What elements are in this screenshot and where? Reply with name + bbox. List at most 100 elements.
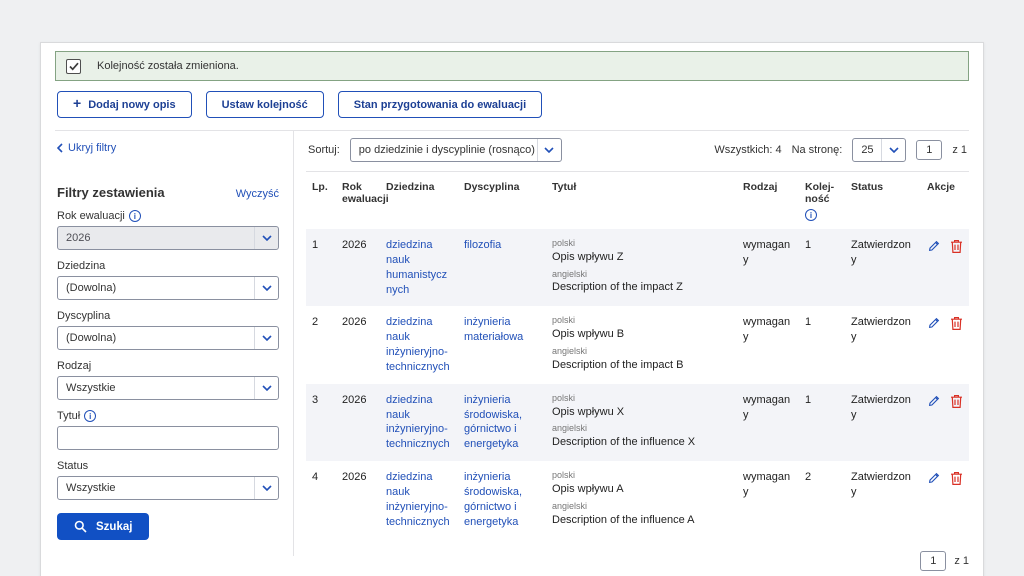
- discipline-label: Dyscyplina: [57, 310, 279, 322]
- cell-akcje: [921, 229, 969, 306]
- type-select[interactable]: Wszystkie: [57, 376, 279, 400]
- pagination-controls: Wszystkich: 4 Na stronę: 25 1 z 1: [714, 138, 967, 162]
- search-button[interactable]: Szukaj: [57, 513, 149, 540]
- cell-rok: 2026: [336, 461, 380, 538]
- field-select[interactable]: (Dowolna): [57, 276, 279, 300]
- table-row: 4 2026 dziedzina nauk inżynieryjno-techn…: [306, 461, 969, 538]
- cell-status: Zatwierdzony: [845, 461, 921, 538]
- cell-tytul: polski Opis wpływu X angielski Descripti…: [546, 384, 737, 461]
- cell-kolejnosc: 1: [799, 229, 845, 306]
- status-select[interactable]: Wszystkie: [57, 476, 279, 500]
- info-icon: [805, 209, 817, 221]
- title-input[interactable]: [57, 426, 279, 450]
- title-pl: Opis wpływu X: [552, 405, 731, 420]
- edit-icon[interactable]: [927, 316, 941, 330]
- col-akcje: Akcje: [921, 172, 969, 229]
- delete-icon[interactable]: [950, 316, 963, 331]
- cell-akcje: [921, 306, 969, 383]
- col-status: Status: [845, 172, 921, 229]
- evaluation-year-select: 2026: [57, 226, 279, 250]
- cell-tytul: polski Opis wpływu B angielski Descripti…: [546, 306, 737, 383]
- evaluation-year-label: Rok ewaluacji: [57, 210, 279, 222]
- info-icon: [84, 410, 96, 422]
- filters-header: Filtry zestawienia Wyczyść: [57, 185, 279, 200]
- title-en: Description of the influence A: [552, 513, 731, 528]
- search-icon: [74, 520, 87, 533]
- cell-dziedzina[interactable]: dziedzina nauk humanistycznych: [380, 229, 458, 306]
- cell-lp: 1: [306, 229, 336, 306]
- sort-select[interactable]: po dziedzinie i dyscyplinie (rosnąco): [350, 138, 562, 162]
- cell-lp: 2: [306, 306, 336, 383]
- col-lp: Lp.: [306, 172, 336, 229]
- discipline-select[interactable]: (Dowolna): [57, 326, 279, 350]
- cell-kolejnosc: 2: [799, 461, 845, 538]
- plus-icon: [73, 98, 81, 111]
- cell-dziedzina[interactable]: dziedzina nauk inżynieryjno-technicznych: [380, 461, 458, 538]
- col-kolejnosc: Kolej-ność: [799, 172, 845, 229]
- cell-kolejnosc: 1: [799, 306, 845, 383]
- cell-tytul: polski Opis wpływu A angielski Descripti…: [546, 461, 737, 538]
- table-row: 1 2026 dziedzina nauk humanistycznych fi…: [306, 229, 969, 306]
- cell-rodzaj: wymagany: [737, 306, 799, 383]
- add-new-description-button[interactable]: Dodaj nowy opis: [57, 91, 192, 118]
- cell-tytul: polski Opis wpływu Z angielski Descripti…: [546, 229, 737, 306]
- clear-filters-link[interactable]: Wyczyść: [236, 188, 279, 200]
- col-tytul: Tytuł: [546, 172, 737, 229]
- edit-icon[interactable]: [927, 471, 941, 485]
- edit-icon[interactable]: [927, 394, 941, 408]
- lang-label-en: angielski: [552, 269, 731, 280]
- cell-lp: 4: [306, 461, 336, 538]
- check-icon: [66, 59, 81, 74]
- cell-dyscyplina[interactable]: filozofia: [458, 229, 546, 306]
- lang-label-en: angielski: [552, 346, 731, 357]
- set-order-button[interactable]: Ustaw kolejność: [206, 91, 324, 118]
- cell-status: Zatwierdzony: [845, 384, 921, 461]
- lang-label-en: angielski: [552, 501, 731, 512]
- cell-rok: 2026: [336, 306, 380, 383]
- success-banner: Kolejność została zmieniona.: [55, 51, 969, 81]
- evaluation-readiness-button[interactable]: Stan przygotowania do ewaluacji: [338, 91, 542, 118]
- cell-akcje: [921, 384, 969, 461]
- sort-pagination-row: Sortuj: po dziedzinie i dyscyplinie (ros…: [306, 131, 969, 172]
- title-en: Description of the impact B: [552, 358, 731, 373]
- lang-label-en: angielski: [552, 423, 731, 434]
- type-label: Rodzaj: [57, 360, 279, 372]
- edit-icon[interactable]: [927, 239, 941, 253]
- cell-dyscyplina[interactable]: inżynieria środowiska, górnictwo i energ…: [458, 384, 546, 461]
- total-count: Wszystkich: 4: [714, 144, 781, 156]
- chevron-down-icon: [254, 327, 278, 349]
- delete-icon[interactable]: [950, 394, 963, 409]
- cell-dziedzina[interactable]: dziedzina nauk inżynieryjno-technicznych: [380, 306, 458, 383]
- lang-label-pl: polski: [552, 238, 731, 249]
- chevron-left-icon: [57, 143, 63, 153]
- status-label: Status: [57, 460, 279, 472]
- cell-rodzaj: wymagany: [737, 229, 799, 306]
- title-label: Tytuł: [57, 410, 279, 422]
- filters-title: Filtry zestawienia: [57, 185, 165, 200]
- delete-icon[interactable]: [950, 239, 963, 254]
- chevron-down-icon: [254, 227, 278, 249]
- page-number-box[interactable]: 1: [916, 140, 942, 160]
- cell-akcje: [921, 461, 969, 538]
- lang-label-pl: polski: [552, 470, 731, 481]
- per-page-select[interactable]: 25: [852, 138, 906, 162]
- table-header: Lp. Rok ewaluacji Dziedzina Dyscyplina T…: [306, 172, 969, 229]
- hide-filters-link[interactable]: Ukryj filtry: [57, 142, 116, 154]
- page-total: z 1: [952, 144, 967, 156]
- banner-message: Kolejność została zmieniona.: [97, 60, 239, 72]
- field-label: Dziedzina: [57, 260, 279, 272]
- col-rodzaj: Rodzaj: [737, 172, 799, 229]
- cell-dyscyplina[interactable]: inżynieria środowiska, górnictwo i energ…: [458, 461, 546, 538]
- title-en: Description of the impact Z: [552, 280, 731, 295]
- content-area: Ukryj filtry Filtry zestawienia Wyczyść …: [55, 131, 969, 571]
- chevron-down-icon: [254, 377, 278, 399]
- cell-rok: 2026: [336, 229, 380, 306]
- cell-rodzaj: wymagany: [737, 384, 799, 461]
- delete-icon[interactable]: [950, 471, 963, 486]
- cell-dyscyplina[interactable]: inżynieria materiałowa: [458, 306, 546, 383]
- chevron-down-icon: [254, 477, 278, 499]
- cell-dziedzina[interactable]: dziedzina nauk inżynieryjno-technicznych: [380, 384, 458, 461]
- per-page-label: Na stronę:: [792, 144, 843, 156]
- table-row: 3 2026 dziedzina nauk inżynieryjno-techn…: [306, 384, 969, 461]
- page-number-box[interactable]: 1: [920, 551, 946, 571]
